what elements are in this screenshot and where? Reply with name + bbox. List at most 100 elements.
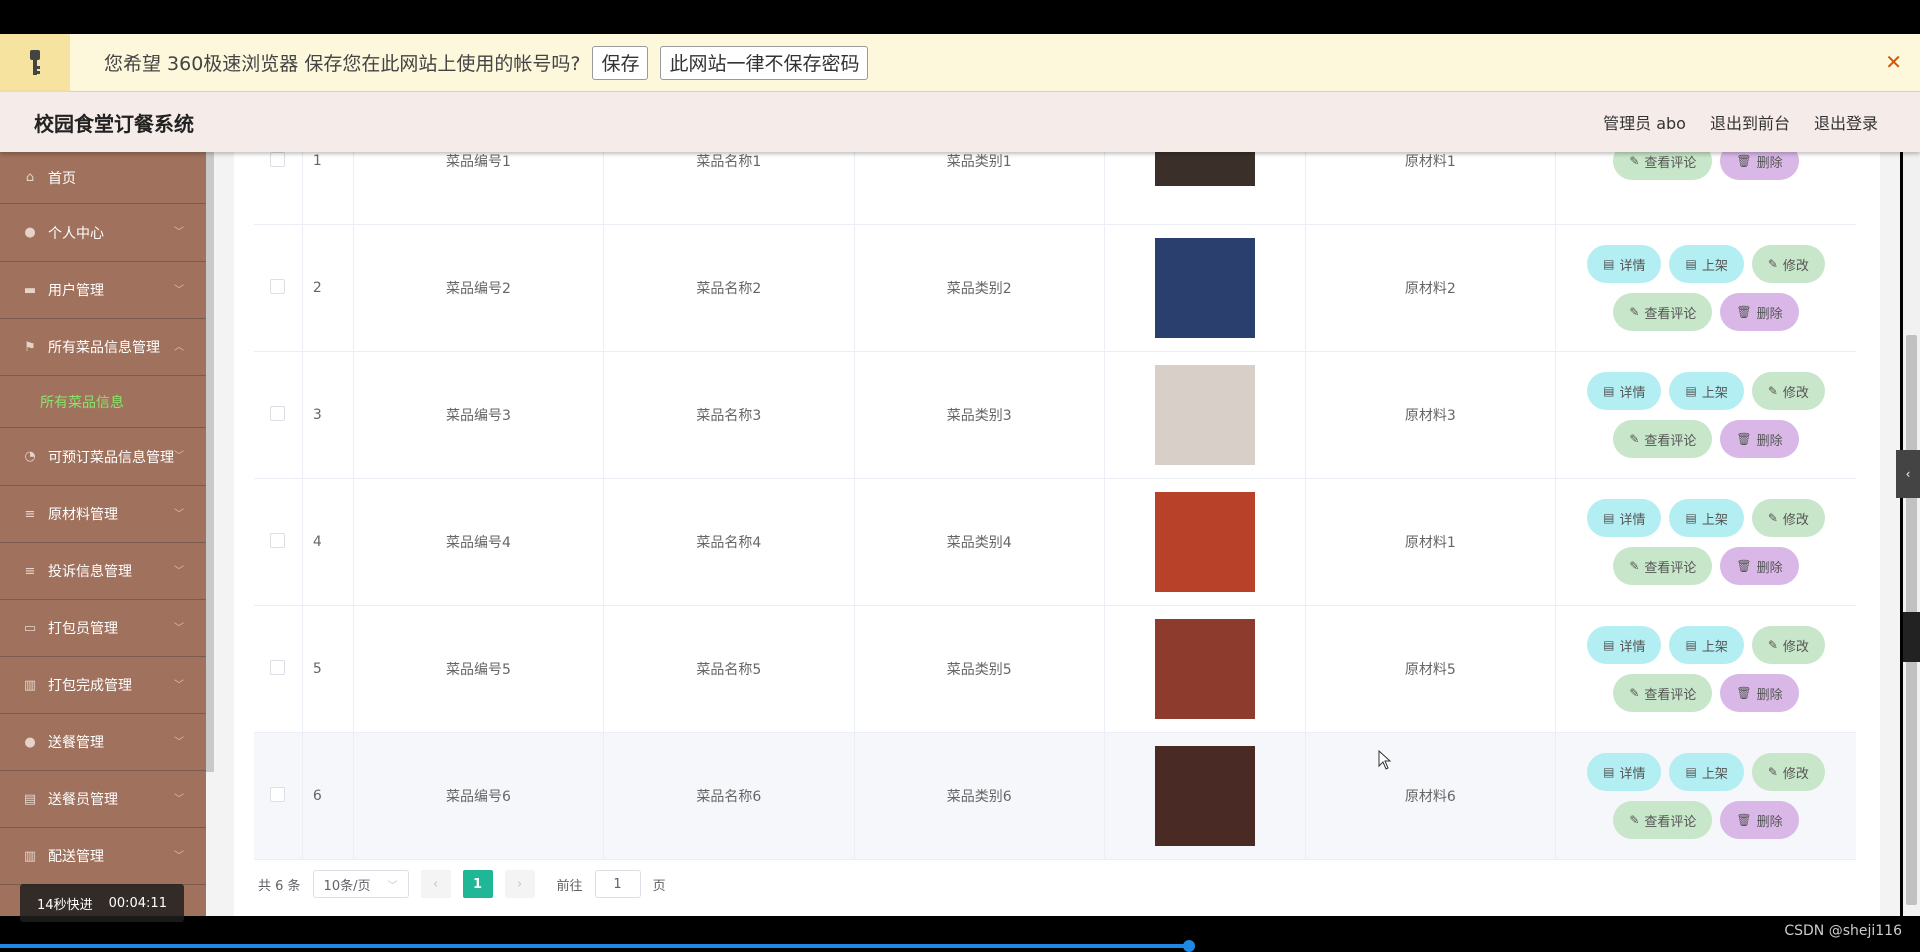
view-comments-label: 查看评论 bbox=[1644, 814, 1697, 830]
edit-button[interactable]: ✎ 修改 bbox=[1751, 499, 1825, 537]
chevron-down-icon: ﹀ bbox=[174, 680, 184, 691]
video-progress-bar[interactable] bbox=[0, 944, 1189, 948]
home-icon: ⌂ bbox=[25, 170, 35, 185]
current-user: 管理员 abo bbox=[1603, 114, 1686, 133]
view-comments-button[interactable]: ✎ 查看评论 bbox=[1613, 674, 1713, 712]
sidebar-item-materials[interactable]: ≡ 原材料管理 ﹀ bbox=[0, 486, 206, 543]
view-comments-button[interactable]: ✎ 查看评论 bbox=[1613, 293, 1713, 331]
detail-button[interactable]: ▤ 详情 bbox=[1587, 372, 1662, 410]
logout-link[interactable]: 退出登录 bbox=[1814, 110, 1878, 134]
shelve-button[interactable]: ▤ 上架 bbox=[1669, 499, 1744, 537]
view-comments-label: 查看评论 bbox=[1644, 155, 1697, 171]
gauge-icon: ◔ bbox=[24, 449, 36, 464]
floating-widget[interactable] bbox=[1903, 612, 1920, 662]
edit-label: 修改 bbox=[1782, 766, 1809, 782]
table-row: 2 菜品编号2 菜品名称2 菜品类别2 原材料2 ▤ 详情 ▤ 上架 ✎ 修改 ✎ 查看… bbox=[254, 224, 1856, 352]
delete-label: 删除 bbox=[1756, 560, 1783, 576]
sidebar-item-dishes[interactable]: ⚑ 所有菜品信息管理 ︿ bbox=[0, 319, 206, 376]
sidebar-item-packed[interactable]: ▥ 打包完成管理 ﹀ bbox=[0, 657, 206, 714]
delete-label: 删除 bbox=[1756, 687, 1783, 703]
sidebar-item-label: 送餐员管理 bbox=[48, 792, 118, 808]
document-icon: ▤ bbox=[1685, 384, 1697, 398]
dish-image bbox=[1154, 492, 1255, 592]
goto-page-input[interactable]: 1 bbox=[594, 870, 641, 898]
delete-label: 删除 bbox=[1756, 433, 1783, 449]
edit-button[interactable]: ✎ 修改 bbox=[1751, 753, 1825, 791]
view-comments-button[interactable]: ✎ 查看评论 bbox=[1613, 420, 1713, 458]
row-checkbox[interactable] bbox=[270, 659, 286, 675]
close-icon[interactable]: ✕ bbox=[1885, 50, 1902, 74]
sidebar-item-couriers[interactable]: ▤ 送餐员管理 ﹀ bbox=[0, 771, 206, 828]
edit-button[interactable]: ✎ 修改 bbox=[1751, 626, 1825, 664]
shelve-button[interactable]: ▤ 上架 bbox=[1669, 626, 1744, 664]
sidebar-item-complaints[interactable]: ≡ 投诉信息管理 ﹀ bbox=[0, 543, 206, 600]
page-size-select[interactable]: 10条/页 ﹀ bbox=[312, 870, 409, 898]
sidebar-item-dispatch[interactable]: ▥ 配送管理 ﹀ bbox=[0, 828, 206, 885]
sidebar-item-bookable-dishes[interactable]: ◔ 可预订菜品信息管理 ﹀ bbox=[0, 428, 206, 486]
dish-image-cell bbox=[1104, 732, 1306, 860]
sidebar-item-users[interactable]: ▬ 用户管理 ﹀ bbox=[0, 262, 206, 319]
chevron-down-icon: ﹀ bbox=[174, 227, 184, 238]
video-progress-handle[interactable] bbox=[1183, 940, 1195, 952]
view-comments-button[interactable]: ✎ 查看评论 bbox=[1613, 801, 1713, 839]
detail-button[interactable]: ▤ 详情 bbox=[1587, 499, 1662, 537]
dish-material: 原材料1 bbox=[1305, 478, 1557, 606]
collapse-panel-button[interactable]: ‹ bbox=[1896, 450, 1920, 498]
shelve-button[interactable]: ▤ 上架 bbox=[1669, 372, 1744, 410]
save-password-button[interactable]: 保存 bbox=[592, 45, 649, 80]
edit-button[interactable]: ✎ 修改 bbox=[1751, 372, 1825, 410]
delete-button[interactable]: 🗑 删除 bbox=[1720, 674, 1799, 712]
sidebar-item-label: 送餐管理 bbox=[48, 735, 104, 751]
delete-label: 删除 bbox=[1756, 155, 1783, 171]
sidebar-item-personal[interactable]: ● 个人中心 ﹀ bbox=[0, 204, 206, 262]
pagination: 共 6 条 10条/页 ﹀ ‹ 1 › 前往 1 页 bbox=[258, 870, 666, 898]
row-checkbox[interactable] bbox=[270, 151, 286, 167]
doc-icon: ▬ bbox=[23, 282, 37, 298]
pencil-icon: ✎ bbox=[1767, 511, 1778, 525]
sidebar-item-packers[interactable]: ▭ 打包员管理 ﹀ bbox=[0, 600, 206, 657]
row-checkbox[interactable] bbox=[270, 278, 286, 294]
detail-button[interactable]: ▤ 详情 bbox=[1587, 753, 1662, 791]
mouse-cursor-icon bbox=[1378, 750, 1392, 770]
chevron-down-icon: ﹀ bbox=[387, 880, 398, 892]
actions-cell: ▤ 详情 ▤ 上架 ✎ 修改 ✎ 查看评论 🗑 删除 bbox=[1555, 605, 1856, 733]
detail-button[interactable]: ▤ 详情 bbox=[1587, 626, 1662, 664]
edit-button[interactable]: ✎ 修改 bbox=[1751, 245, 1825, 283]
sidebar-scrollbar[interactable] bbox=[206, 152, 214, 772]
card-icon: ▭ bbox=[23, 620, 37, 636]
delete-button[interactable]: 🗑 删除 bbox=[1720, 293, 1799, 331]
shelve-button[interactable]: ▤ 上架 bbox=[1669, 245, 1744, 283]
dish-code: 菜品编号3 bbox=[353, 351, 605, 479]
sidebar-item-delivery[interactable]: ● 送餐管理 ﹀ bbox=[0, 714, 206, 771]
page-number-active[interactable]: 1 bbox=[462, 870, 493, 898]
trash-icon: 🗑 bbox=[1736, 154, 1752, 168]
row-checkbox[interactable] bbox=[270, 405, 286, 421]
prev-page-button[interactable]: ‹ bbox=[420, 870, 451, 898]
sidebar-subitem-all-dishes[interactable]: 所有菜品信息 bbox=[0, 376, 206, 428]
dish-name: 菜品名称4 bbox=[603, 478, 855, 606]
dish-image-cell bbox=[1104, 605, 1306, 733]
row-checkbox[interactable] bbox=[270, 786, 286, 802]
sidebar-item-home[interactable]: ⌂ 首页 bbox=[0, 152, 206, 204]
row-checkbox[interactable] bbox=[270, 532, 286, 548]
never-save-button[interactable]: 此网站一律不保存密码 bbox=[660, 45, 869, 80]
front-link[interactable]: 退出到前台 bbox=[1710, 110, 1790, 134]
view-comments-label: 查看评论 bbox=[1644, 687, 1697, 703]
actions-cell: ▤ 详情 ▤ 上架 ✎ 修改 ✎ 查看评论 🗑 删除 bbox=[1555, 478, 1856, 606]
pencil-icon: ✎ bbox=[1767, 257, 1778, 271]
table-row: 6 菜品编号6 菜品名称6 菜品类别6 原材料6 ▤ 详情 ▤ 上架 ✎ 修改 ✎ 查看… bbox=[254, 732, 1856, 860]
table-row: 4 菜品编号4 菜品名称4 菜品类别4 原材料1 ▤ 详情 ▤ 上架 ✎ 修改 ✎ 查看… bbox=[254, 478, 1856, 606]
chart-icon: ▥ bbox=[23, 677, 37, 693]
row-index: 6 bbox=[302, 732, 354, 860]
view-comments-button[interactable]: ✎ 查看评论 bbox=[1613, 547, 1713, 585]
dish-image bbox=[1154, 619, 1255, 719]
next-page-button[interactable]: › bbox=[504, 870, 535, 898]
dish-name: 菜品名称6 bbox=[603, 732, 855, 860]
detail-label: 详情 bbox=[1619, 385, 1646, 401]
document-icon: ▤ bbox=[1685, 765, 1697, 779]
delete-button[interactable]: 🗑 删除 bbox=[1720, 420, 1799, 458]
shelve-button[interactable]: ▤ 上架 bbox=[1669, 753, 1744, 791]
delete-button[interactable]: 🗑 删除 bbox=[1720, 547, 1799, 585]
detail-button[interactable]: ▤ 详情 bbox=[1587, 245, 1662, 283]
delete-button[interactable]: 🗑 删除 bbox=[1720, 801, 1799, 839]
